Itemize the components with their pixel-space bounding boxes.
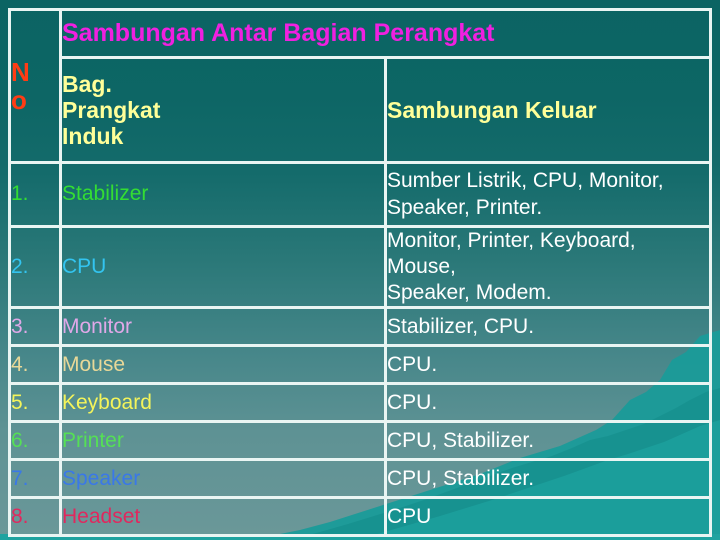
header-cell-no: N o (8, 8, 62, 164)
device-connection-table: N o Sambungan Antar Bagian Perangkat Bag… (8, 8, 712, 538)
row-outgoing-connections: CPU. (384, 344, 712, 386)
table-row: 7. Speaker CPU, Stabilizer. (8, 458, 712, 500)
row-device-name: Printer (59, 420, 387, 462)
row-device-name: CPU (59, 224, 387, 310)
row-outgoing-connections: CPU (384, 496, 712, 538)
row-outgoing-connections: Sumber Listrik, CPU, Monitor, Speaker, P… (384, 161, 712, 228)
bag-header-line-2: Prangkat (62, 97, 161, 123)
no-header-line-1: N (11, 56, 30, 87)
row-number: 2. (8, 224, 62, 310)
row-number: 5. (8, 382, 62, 424)
row-outgoing-connections: Monitor, Printer, Keyboard, Mouse, Speak… (384, 224, 712, 310)
no-header-line-2: o (11, 85, 27, 115)
table-row: 5. Keyboard CPU. (8, 382, 712, 424)
bag-header-line-3: Induk (62, 122, 124, 149)
row-outgoing-connections: CPU, Stabilizer. (384, 458, 712, 500)
header-cell-bag-prangkat-induk: Bag. Prangkat Induk (59, 56, 387, 164)
table-header-row-columns: Bag. Prangkat Induk Sambungan Keluar (10, 56, 712, 164)
row-number: 3. (8, 306, 62, 348)
row-device-name: Keyboard (59, 382, 387, 424)
slide-title: Sambungan Antar Bagian Perangkat (59, 8, 712, 59)
table-row: 8. Headset CPU (8, 496, 712, 538)
table-header-row-title: N o Sambungan Antar Bagian Perangkat (8, 8, 712, 164)
row-number: 8. (8, 496, 62, 538)
bag-header-line-1: Bag. (62, 71, 112, 98)
table-row: 3. Monitor Stabilizer, CPU. (8, 306, 712, 348)
row-device-name: Speaker (59, 458, 387, 500)
row-outgoing-connections: CPU, Stabilizer. (384, 420, 712, 462)
header-cell-sambungan-keluar: Sambungan Keluar (384, 56, 712, 164)
row-outgoing-connections: CPU. (384, 382, 712, 424)
table-row: 4. Mouse CPU. (8, 344, 712, 386)
row-number: 4. (8, 344, 62, 386)
row-number: 1. (8, 161, 62, 228)
row-device-name: Mouse (59, 344, 387, 386)
row-number: 7. (8, 458, 62, 500)
row-device-name: Headset (59, 496, 387, 538)
table-row: 6. Printer CPU, Stabilizer. (8, 420, 712, 462)
table-row: 1. Stabilizer Sumber Listrik, CPU, Monit… (8, 161, 712, 228)
row-outgoing-connections: Stabilizer, CPU. (384, 306, 712, 348)
table-row: 2. CPU Monitor, Printer, Keyboard, Mouse… (8, 224, 712, 310)
row-number: 6. (8, 420, 62, 462)
row-device-name: Stabilizer (59, 161, 387, 228)
row-device-name: Monitor (59, 306, 387, 348)
